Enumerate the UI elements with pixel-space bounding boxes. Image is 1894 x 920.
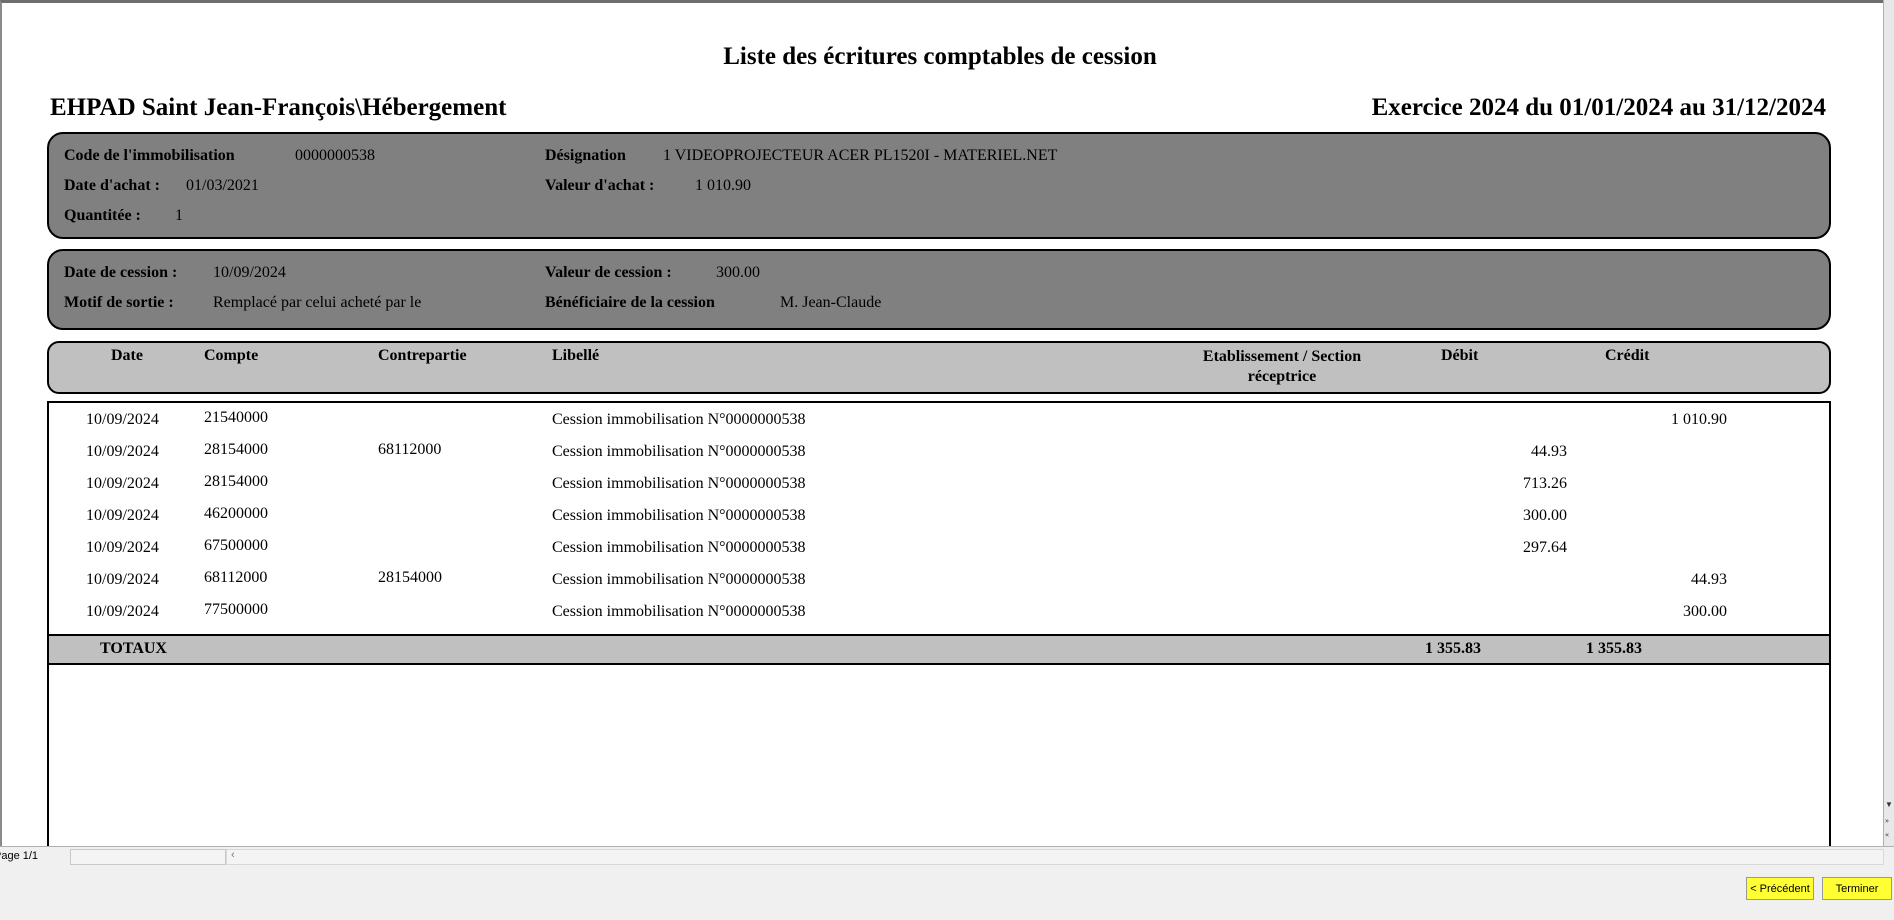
column-header-section: Etablissement / Section réceptrice xyxy=(1172,347,1392,387)
entries-table-header: Date Compte Contrepartie Libellé Etablis… xyxy=(47,341,1831,394)
previous-button[interactable]: < Précédent xyxy=(1746,877,1814,900)
disposal-reason-value: Remplacé par celui acheté par le xyxy=(213,294,422,311)
cell-debit: 713.26 xyxy=(1523,475,1567,492)
column-header-section-line2: réceptrice xyxy=(1247,368,1317,385)
scroll-down-icon[interactable]: ▼ xyxy=(1885,800,1893,809)
last-page-icon[interactable]: » xyxy=(1885,816,1889,825)
exercise-period: Exercice 2024 du 01/01/2024 au 31/12/202… xyxy=(1371,94,1826,121)
beneficiary-value: M. Jean-Claude xyxy=(780,294,882,311)
table-row: 10/09/2024 28154000 68112000 Cession immobi… xyxy=(49,439,1829,471)
vertical-scrollbar[interactable]: ▼ » « xyxy=(1883,0,1894,846)
entries-table-body: 10/09/2024 21540000 Cession immobilisation… xyxy=(47,401,1831,846)
quantity-label: Quantitée : xyxy=(64,207,141,224)
finish-button[interactable]: Terminer xyxy=(1822,877,1892,900)
column-header-debit: Débit xyxy=(1441,347,1479,364)
column-header-date: Date xyxy=(111,347,143,364)
column-header-section-line1: Etablissement / Section xyxy=(1202,348,1362,365)
column-header-counterpart: Contrepartie xyxy=(378,347,467,364)
disposal-reason-label: Motif de sortie : xyxy=(64,294,174,311)
cell-date: 10/09/2024 xyxy=(86,475,159,492)
column-header-account: Compte xyxy=(204,347,259,364)
cell-debit: 44.93 xyxy=(1531,443,1567,460)
disposal-date-value: 10/09/2024 xyxy=(213,264,286,281)
viewer-status-bar: Page 1/1 ‹ xyxy=(0,846,1894,866)
first-page-icon[interactable]: « xyxy=(1885,830,1889,839)
cell-label: Cession immobilisation N°0000000538 xyxy=(552,475,806,492)
table-row: 10/09/2024 46200000 Cession immobilisation… xyxy=(49,503,1829,535)
cell-label: Cession immobilisation N°0000000538 xyxy=(552,571,806,588)
purchase-date-value: 01/03/2021 xyxy=(186,177,259,194)
report-title: Liste des écritures comptables de cessio… xyxy=(723,43,1157,70)
cell-label: Cession immobilisation N°0000000538 xyxy=(552,507,806,524)
page-indicator: Page 1/1 xyxy=(0,850,39,862)
cell-date: 10/09/2024 xyxy=(86,539,159,556)
table-row: 10/09/2024 21540000 Cession immobilisation… xyxy=(49,407,1829,439)
cell-date: 10/09/2024 xyxy=(86,507,159,524)
cell-account: 28154000 xyxy=(204,441,268,458)
totals-label: TOTAUX xyxy=(100,640,167,657)
cell-label: Cession immobilisation N°0000000538 xyxy=(552,443,806,460)
scroll-left-icon[interactable]: ‹ xyxy=(231,849,235,861)
column-header-label: Libellé xyxy=(552,347,600,364)
asset-code-label: Code de l'immobilisation xyxy=(64,147,235,164)
designation-label: Désignation xyxy=(545,147,626,164)
asset-code-value: 0000000538 xyxy=(295,147,375,164)
designation-value: 1 VIDEOPROJECTEUR ACER PL1520I - MATERIE… xyxy=(663,147,1058,164)
table-row: 10/09/2024 68112000 28154000 Cession immobi… xyxy=(49,567,1829,599)
totals-debit: 1 355.83 xyxy=(1425,640,1481,657)
establishment-name: EHPAD Saint Jean-François\Hébergement xyxy=(50,94,507,121)
cell-account: 46200000 xyxy=(204,505,268,522)
table-row: 10/09/2024 67500000 Cession immobilisation… xyxy=(49,535,1829,567)
cell-account: 67500000 xyxy=(204,537,268,554)
totals-row: TOTAUX 1 355.83 1 355.83 xyxy=(49,634,1829,665)
cell-label: Cession immobilisation N°0000000538 xyxy=(552,603,806,620)
cell-account: 21540000 xyxy=(204,409,268,426)
purchase-date-label: Date d'achat : xyxy=(64,177,160,194)
cell-date: 10/09/2024 xyxy=(86,603,159,620)
disposal-value-value: 300.00 xyxy=(716,264,760,281)
cell-credit: 44.93 xyxy=(1691,571,1727,588)
cell-account: 77500000 xyxy=(204,601,268,618)
column-header-credit: Crédit xyxy=(1605,347,1650,364)
status-segment xyxy=(70,849,226,865)
horizontal-scrollbar[interactable]: ‹ xyxy=(226,849,1884,865)
report-page: Liste des écritures comptables de cessio… xyxy=(0,0,1883,846)
asset-info-box: Code de l'immobilisation 0000000538 Dési… xyxy=(47,132,1831,239)
cell-label: Cession immobilisation N°0000000538 xyxy=(552,411,806,428)
quantity-value: 1 xyxy=(175,207,183,224)
cell-date: 10/09/2024 xyxy=(86,443,159,460)
purchase-value-value: 1 010.90 xyxy=(695,177,751,194)
beneficiary-label: Bénéficiaire de la cession xyxy=(545,294,715,311)
cell-counterpart: 68112000 xyxy=(378,441,442,458)
disposal-value-label: Valeur de cession : xyxy=(545,264,672,281)
cell-label: Cession immobilisation N°0000000538 xyxy=(552,539,806,556)
cell-credit: 1 010.90 xyxy=(1671,411,1727,428)
cell-counterpart: 28154000 xyxy=(378,569,442,586)
table-row: 10/09/2024 28154000 Cession immobilisation… xyxy=(49,471,1829,503)
disposal-date-label: Date de cession : xyxy=(64,264,178,281)
table-row: 10/09/2024 77500000 Cession immobilisation… xyxy=(49,599,1829,631)
cell-debit: 297.64 xyxy=(1523,539,1567,556)
totals-credit: 1 355.83 xyxy=(1586,640,1642,657)
cell-date: 10/09/2024 xyxy=(86,411,159,428)
cell-credit: 300.00 xyxy=(1683,603,1727,620)
purchase-value-label: Valeur d'achat : xyxy=(545,177,655,194)
cell-debit: 300.00 xyxy=(1523,507,1567,524)
disposal-info-box: Date de cession : 10/09/2024 Valeur de c… xyxy=(47,249,1831,330)
cell-account: 68112000 xyxy=(204,569,268,586)
cell-account: 28154000 xyxy=(204,473,268,490)
cell-date: 10/09/2024 xyxy=(86,571,159,588)
